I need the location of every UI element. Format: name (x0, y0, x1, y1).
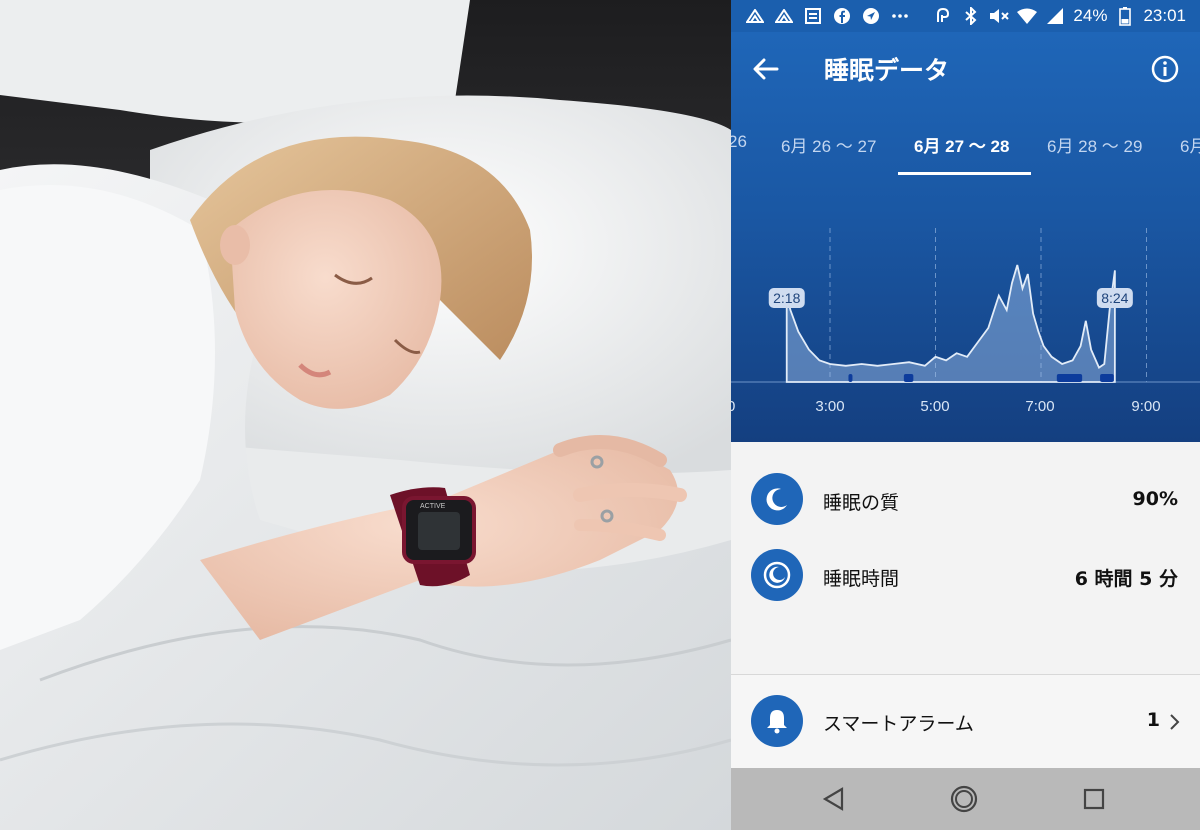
phone-screen: 24% 23:01 睡眠データ 26 6月 26 〜 27 6月 27 〜 28 (731, 0, 1200, 830)
sleep-chart-svg: 2:18 8:24 0 3:00 5:00 7:00 9:00 (731, 228, 1200, 415)
sleep-chart: 2:18 8:24 0 3:00 5:00 7:00 9:00 (731, 192, 1200, 422)
smart-alarm-count: 1 (1146, 709, 1160, 731)
android-nav-bar (731, 768, 1200, 830)
wifi-icon (1017, 6, 1038, 26)
x-tick-label: 0 (731, 398, 735, 415)
nfc-icon (933, 6, 953, 26)
nav-recents-button[interactable] (1077, 782, 1111, 816)
sleep-duration-row: 睡眠時間 6 時間 5 分 (731, 540, 1200, 610)
deep-sleep-segment (1100, 374, 1114, 382)
mute-icon (989, 6, 1010, 26)
status-bar-system: 24% 23:01 (933, 6, 1186, 26)
sleep-duration-value: 6 時間 5 分 (1074, 568, 1178, 590)
back-button[interactable] (749, 52, 783, 86)
active-tab-indicator (898, 172, 1031, 175)
circle-home-icon (950, 785, 978, 813)
notification-icon (745, 6, 765, 26)
x-tick-label: 7:00 (1025, 398, 1054, 415)
arrow-left-icon (753, 58, 779, 80)
square-recents-icon (1083, 788, 1105, 810)
sleep-quality-row: 睡眠の質 90% (731, 464, 1200, 534)
sleep-header: 睡眠データ 26 6月 26 〜 27 6月 27 〜 28 6月 28 〜 2… (731, 32, 1200, 442)
navigation-icon (861, 6, 881, 26)
sleep-stats: 睡眠の質 90% 睡眠時間 6 時間 5 分 (731, 442, 1200, 674)
signal-icon (1045, 6, 1065, 26)
deep-sleep-segment (1056, 374, 1083, 382)
date-tabs: 26 6月 26 〜 27 6月 27 〜 28 6月 28 〜 29 6月 (731, 128, 1200, 176)
sleep-duration-label: 睡眠時間 (823, 568, 900, 590)
notification-icon (774, 6, 794, 26)
tab-date-jun26-27[interactable]: 6月 26 〜 27 (781, 132, 876, 172)
sleep-start-label: 2:18 (773, 290, 800, 306)
tab-date-jun27-28[interactable]: 6月 27 〜 28 (914, 132, 1009, 172)
tab-date-next-partial[interactable]: 6月 (1180, 132, 1200, 172)
sleep-area-series (785, 264, 1116, 383)
x-tick-label: 5:00 (920, 398, 949, 415)
status-bar: 24% 23:01 (731, 0, 1200, 32)
info-button[interactable] (1150, 54, 1180, 84)
deep-sleep-segment (903, 374, 914, 382)
sleep-quality-value: 90% (1132, 488, 1178, 510)
deep-sleep-segment (848, 374, 853, 382)
watch-brand-text: ACTIVE (420, 503, 446, 510)
battery-percent: 24% (1073, 6, 1108, 25)
nav-home-button[interactable] (947, 782, 981, 816)
sleeping-woman-photo: ACTIVE (0, 0, 731, 830)
sleep-end-label: 8:24 (1101, 290, 1128, 306)
clock-moon-icon (751, 549, 803, 601)
tab-date-prev-partial[interactable]: 26 (731, 132, 747, 172)
chevron-right-icon (1170, 714, 1180, 730)
more-dots-icon (890, 6, 910, 26)
nav-back-button[interactable] (817, 782, 851, 816)
triangle-back-icon (822, 787, 844, 811)
tab-date-jun28-29[interactable]: 6月 28 〜 29 (1047, 132, 1142, 172)
page-title: 睡眠データ (824, 56, 950, 85)
bell-icon (751, 695, 803, 747)
smart-alarm-row[interactable]: スマートアラーム 1 (731, 675, 1200, 768)
x-tick-label: 9:00 (1131, 398, 1160, 415)
x-tick-label: 3:00 (815, 398, 844, 415)
calendar-icon (803, 6, 823, 26)
info-icon (1151, 55, 1179, 83)
moon-icon (751, 473, 803, 525)
status-bar-notifications (745, 6, 910, 26)
bluetooth-icon (961, 6, 981, 26)
facebook-icon (832, 6, 852, 26)
status-time: 23:01 (1143, 6, 1186, 25)
sleep-quality-label: 睡眠の質 (823, 492, 900, 514)
battery-icon (1115, 6, 1135, 26)
smart-alarm-label: スマートアラーム (823, 713, 974, 735)
